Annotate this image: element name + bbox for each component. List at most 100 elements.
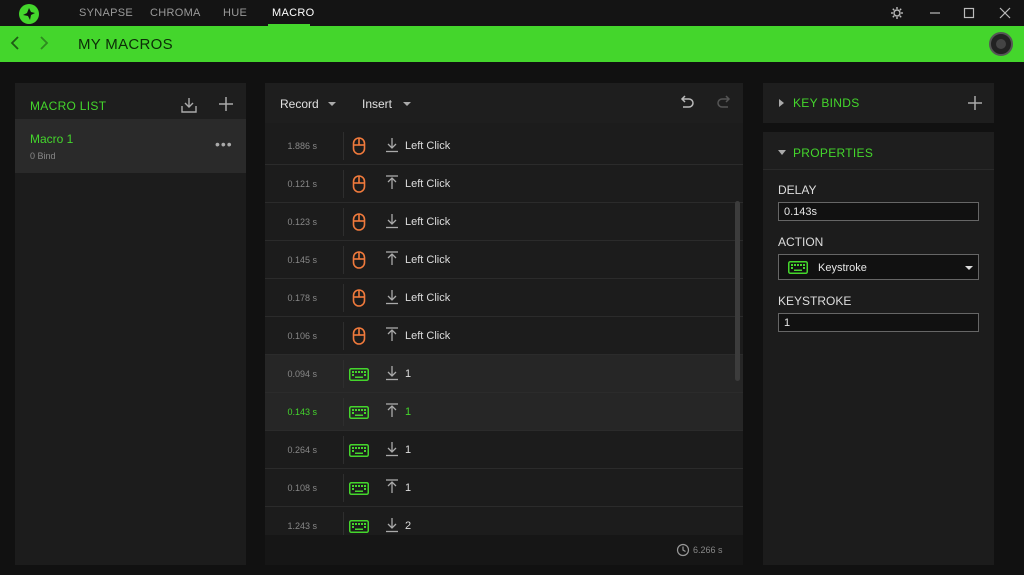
keystroke-label: KEYSTROKE bbox=[778, 294, 852, 308]
profile-avatar[interactable] bbox=[989, 32, 1013, 56]
macro-event-row[interactable]: 0.106 s Left Click bbox=[265, 317, 743, 355]
event-action: Left Click bbox=[405, 178, 451, 190]
keyboard-icon bbox=[349, 406, 369, 426]
row-divider bbox=[343, 284, 344, 312]
mouse-icon bbox=[349, 288, 369, 308]
event-delay: 0.143 s bbox=[287, 407, 317, 417]
insert-caret-icon[interactable] bbox=[403, 102, 411, 106]
action-select-caret-icon[interactable] bbox=[965, 266, 973, 270]
action-select[interactable]: Keystroke bbox=[778, 254, 979, 280]
key-up-arrow-icon bbox=[385, 251, 399, 267]
key-up-arrow-icon bbox=[385, 327, 399, 343]
properties-title: PROPERTIES bbox=[793, 146, 874, 160]
settings-gear-icon[interactable] bbox=[890, 6, 904, 20]
macro-event-row[interactable]: 0.094 s 1 bbox=[265, 355, 743, 393]
macro-event-row[interactable]: 1.886 s Left Click bbox=[265, 127, 743, 165]
event-action: 1 bbox=[405, 482, 412, 494]
properties-header[interactable]: PROPERTIES bbox=[763, 132, 994, 170]
properties-panel: PROPERTIES DELAY 0.143s ACTION Keystroke… bbox=[763, 132, 994, 565]
macro-list-title: MACRO LIST bbox=[30, 99, 107, 113]
row-divider bbox=[343, 512, 344, 535]
mouse-icon bbox=[349, 212, 369, 232]
keystroke-input[interactable]: 1 bbox=[778, 313, 979, 332]
macro-event-row[interactable]: 0.108 s 1 bbox=[265, 469, 743, 507]
event-delay: 0.106 s bbox=[287, 331, 317, 341]
insert-dropdown[interactable]: Insert bbox=[362, 97, 392, 111]
redo-icon[interactable] bbox=[716, 94, 734, 115]
record-dropdown[interactable]: Record bbox=[280, 97, 319, 111]
keyboard-icon bbox=[349, 444, 369, 464]
minimize-icon[interactable] bbox=[928, 6, 942, 20]
key-binds-title: KEY BINDS bbox=[793, 96, 860, 110]
expand-arrow-icon[interactable] bbox=[779, 99, 784, 107]
event-list-scrollbar[interactable] bbox=[735, 201, 740, 381]
mouse-icon bbox=[349, 250, 369, 270]
macro-editor-panel: Record Insert 1.886 s Left Click 0.121 s Le… bbox=[265, 83, 743, 565]
keyboard-icon bbox=[349, 368, 369, 388]
key-down-arrow-icon bbox=[385, 289, 399, 305]
macro-event-row[interactable]: 0.178 s Left Click bbox=[265, 279, 743, 317]
event-delay: 0.264 s bbox=[287, 445, 317, 455]
macro-list-body bbox=[15, 173, 246, 565]
tab-chroma[interactable]: CHROMA bbox=[150, 7, 201, 19]
event-action: 2 bbox=[405, 520, 412, 532]
delay-input[interactable]: 0.143s bbox=[778, 202, 979, 221]
event-action: 1 bbox=[405, 444, 412, 456]
key-binds-panel[interactable]: KEY BINDS bbox=[763, 83, 994, 123]
macro-event-row[interactable]: 0.123 s Left Click bbox=[265, 203, 743, 241]
macro-event-row[interactable]: 0.121 s Left Click bbox=[265, 165, 743, 203]
macro-name: Macro 1 bbox=[30, 132, 74, 146]
tab-macro[interactable]: MACRO bbox=[272, 7, 314, 19]
action-select-value: Keystroke bbox=[818, 262, 867, 274]
macro-event-row[interactable]: 0.264 s 1 bbox=[265, 431, 743, 469]
add-macro-icon[interactable] bbox=[218, 96, 234, 117]
row-divider bbox=[343, 474, 344, 502]
add-key-bind-icon[interactable] bbox=[967, 95, 983, 116]
event-action: Left Click bbox=[405, 216, 451, 228]
maximize-icon[interactable] bbox=[962, 6, 976, 20]
macro-list-item[interactable]: Macro 1 0 Bind ••• bbox=[15, 119, 246, 173]
mouse-icon bbox=[349, 174, 369, 194]
clock-icon bbox=[676, 543, 690, 562]
collapse-arrow-icon[interactable] bbox=[778, 150, 786, 155]
row-divider bbox=[343, 208, 344, 236]
key-down-arrow-icon bbox=[385, 517, 399, 533]
event-delay: 0.094 s bbox=[287, 369, 317, 379]
row-divider bbox=[343, 170, 344, 198]
key-up-arrow-icon bbox=[385, 403, 399, 419]
event-action: Left Click bbox=[405, 254, 451, 266]
import-icon[interactable] bbox=[180, 96, 198, 119]
tab-hue[interactable]: HUE bbox=[223, 7, 247, 19]
more-options-icon[interactable]: ••• bbox=[215, 136, 233, 152]
row-divider bbox=[343, 360, 344, 388]
mouse-icon bbox=[349, 326, 369, 346]
key-down-arrow-icon bbox=[385, 137, 399, 153]
key-down-arrow-icon bbox=[385, 441, 399, 457]
record-caret-icon[interactable] bbox=[328, 102, 336, 106]
event-action: Left Click bbox=[405, 292, 451, 304]
event-delay: 0.121 s bbox=[287, 179, 317, 189]
key-down-arrow-icon bbox=[385, 365, 399, 381]
key-down-arrow-icon bbox=[385, 213, 399, 229]
event-delay: 0.108 s bbox=[287, 483, 317, 493]
row-divider bbox=[343, 132, 344, 160]
event-action: Left Click bbox=[405, 330, 451, 342]
row-divider bbox=[343, 436, 344, 464]
mouse-icon bbox=[349, 136, 369, 156]
forward-arrow-icon[interactable] bbox=[38, 34, 50, 55]
close-icon[interactable] bbox=[998, 6, 1012, 20]
undo-icon[interactable] bbox=[677, 94, 695, 115]
macro-event-row[interactable]: 0.145 s Left Click bbox=[265, 241, 743, 279]
row-divider bbox=[343, 322, 344, 350]
back-arrow-icon[interactable] bbox=[9, 34, 21, 55]
tab-synapse[interactable]: SYNAPSE bbox=[79, 7, 133, 19]
event-action: 1 bbox=[405, 368, 412, 380]
row-divider bbox=[343, 398, 344, 426]
macro-event-row[interactable]: 1.243 s 2 bbox=[265, 507, 743, 535]
macro-event-row[interactable]: 0.143 s 1 bbox=[265, 393, 743, 431]
key-up-arrow-icon bbox=[385, 479, 399, 495]
event-delay: 1.243 s bbox=[287, 521, 317, 531]
event-delay: 0.123 s bbox=[287, 217, 317, 227]
title-bar: SYNAPSE CHROMA HUE MACRO bbox=[0, 0, 1024, 26]
page-title: MY MACROS bbox=[78, 36, 173, 53]
